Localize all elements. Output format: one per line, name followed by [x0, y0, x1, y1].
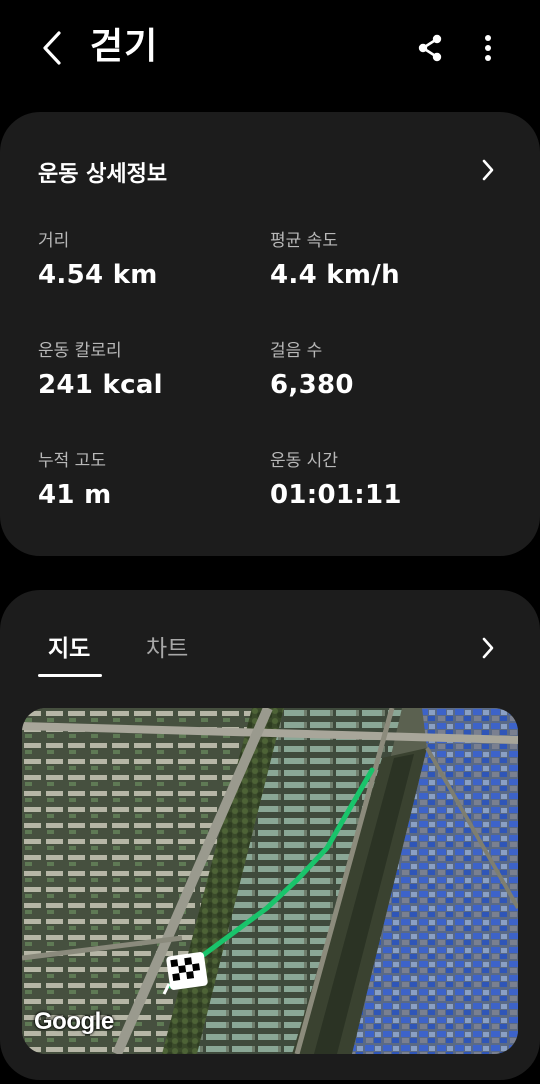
stat-avg-speed: 평균 속도 4.4 km/h [270, 230, 400, 292]
stat-label: 거리 [38, 231, 70, 251]
stat-value: 6,380 [270, 370, 354, 400]
stat-value: 01:01:11 [270, 480, 402, 510]
stat-duration: 운동 시간 01:01:11 [270, 450, 402, 512]
satellite-map-image [22, 708, 518, 1054]
map-chart-card: 지도 차트 Google [0, 590, 540, 1080]
stat-value: 4.54 km [38, 260, 158, 290]
back-button[interactable] [32, 26, 72, 70]
stat-value: 241 kcal [38, 370, 163, 400]
details-expand-button[interactable] [470, 152, 506, 188]
route-map[interactable]: Google [22, 708, 518, 1054]
stat-label: 누적 고도 [38, 451, 106, 471]
stat-calories: 운동 칼로리 241 kcal [38, 340, 163, 402]
details-heading[interactable]: 운동 상세정보 [38, 160, 167, 190]
stat-elevation: 누적 고도 41 m [38, 450, 112, 512]
stat-value: 41 m [38, 480, 112, 510]
share-button[interactable] [410, 28, 450, 68]
stat-value: 4.4 km/h [270, 260, 400, 290]
stat-distance: 거리 4.54 km [38, 230, 158, 292]
tab-selected-indicator [38, 674, 102, 677]
map-expand-button[interactable] [470, 630, 506, 666]
tab-map[interactable]: 지도 [48, 632, 90, 666]
stat-label: 운동 칼로리 [38, 341, 122, 361]
back-arrow-icon [43, 31, 61, 65]
top-app-bar: 걷기 [0, 0, 540, 96]
stat-label: 평균 속도 [270, 231, 338, 251]
share-icon [418, 34, 442, 62]
stat-label: 걸음 수 [270, 341, 323, 361]
chevron-right-icon [482, 159, 494, 181]
more-vertical-icon [485, 35, 491, 61]
chevron-right-icon [482, 637, 494, 659]
page-title: 걷기 [90, 26, 159, 67]
tab-chart[interactable]: 차트 [146, 632, 188, 666]
more-options-button[interactable] [468, 28, 508, 68]
google-attribution: Google [34, 1008, 114, 1035]
workout-details-card: 운동 상세정보 거리 4.54 km 평균 속도 4.4 km/h 운동 칼로리… [0, 112, 540, 556]
stat-steps: 걸음 수 6,380 [270, 340, 354, 402]
stat-label: 운동 시간 [270, 451, 338, 471]
